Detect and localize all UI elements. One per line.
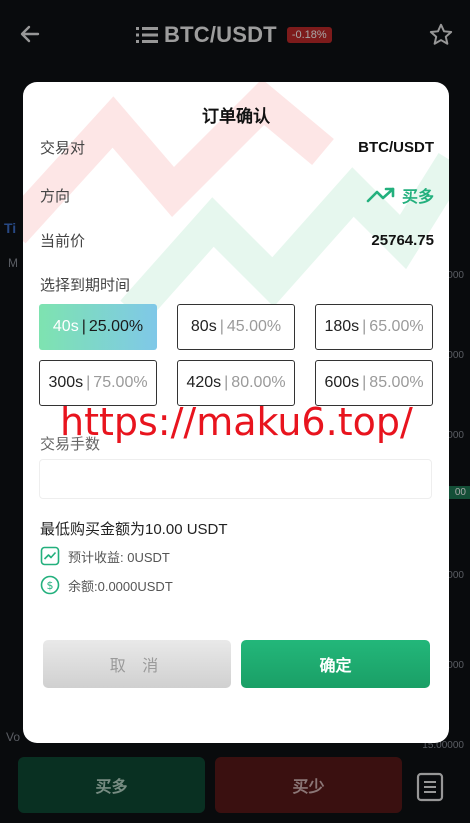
trend-up-icon [366, 187, 395, 203]
option-rate: 80.00% [231, 374, 286, 391]
watermark-url: https://maku6.top/ [60, 400, 413, 444]
option-duration: 300s [48, 374, 84, 391]
pair-row: 交易对 BTC/USDT [40, 137, 434, 158]
balance-text: 余额:0.0000USDT [68, 578, 173, 594]
option-duration: 40s [52, 318, 79, 335]
profit-chart-icon [40, 546, 60, 566]
pair-value: BTC/USDT [358, 139, 434, 156]
price-value: 25764.75 [371, 232, 434, 249]
expiry-option-180s[interactable]: 180s | 65.00% [315, 304, 433, 350]
option-rate: 75.00% [93, 374, 148, 391]
direction-value: 买多 [366, 183, 434, 207]
price-label: 当前价 [40, 233, 86, 250]
minimum-amount-text: 最低购买金额为10.00 USDT [40, 521, 228, 538]
option-duration: 180s [324, 318, 360, 335]
direction-label: 方向 [40, 187, 71, 205]
option-rate: 45.00% [226, 318, 282, 335]
expiry-options: 40s | 25.00% 80s | 45.00% 180s | 65.00% 300s | 7… [39, 304, 434, 406]
option-rate: 65.00% [369, 318, 424, 335]
cancel-button[interactable]: 取 消 [43, 640, 231, 688]
svg-text:$: $ [47, 579, 54, 592]
option-rate: 85.00% [369, 374, 424, 391]
expiry-option-80s[interactable]: 80s | 45.00% [177, 304, 295, 350]
option-duration: 600s [324, 374, 360, 391]
confirm-button[interactable]: 确定 [241, 640, 430, 688]
pair-label: 交易对 [40, 140, 86, 157]
price-row: 当前价 25764.75 [40, 230, 434, 251]
option-duration: 80s [190, 318, 217, 335]
lot-size-input[interactable] [39, 459, 432, 499]
balance-line: $ 余额:0.0000USDT [40, 575, 173, 595]
coin-icon: $ [40, 575, 60, 595]
option-duration: 420s [186, 374, 222, 391]
option-rate: 25.00% [88, 318, 144, 335]
expected-profit-line: 预计收益: 0USDT [40, 546, 170, 566]
expected-profit-text: 预计收益: 0USDT [68, 549, 170, 565]
direction-row: 方向 买多 [40, 183, 434, 207]
expiry-label: 选择到期时间 [40, 277, 131, 294]
direction-text: 买多 [401, 189, 434, 206]
dialog-title: 订单确认 [202, 107, 270, 126]
expiry-option-40s[interactable]: 40s | 25.00% [39, 304, 157, 350]
